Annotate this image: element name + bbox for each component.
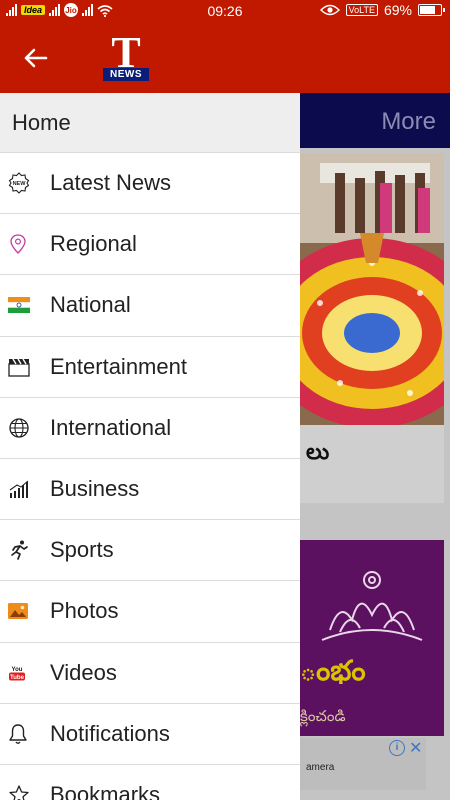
drawer-item-label: Videos [50, 659, 117, 685]
drawer-item-photos[interactable]: Photos [0, 581, 300, 643]
drawer-item-bookmarks[interactable]: Bookmarks [0, 765, 300, 800]
crown-icon [321, 571, 423, 641]
drawer-item-international[interactable]: International [0, 398, 300, 459]
drawer-item-label: Entertainment [50, 353, 187, 379]
card-title-text: లు [306, 439, 330, 464]
drawer-item-label: National [50, 292, 131, 318]
ad-info-icon[interactable]: i [389, 740, 405, 756]
drawer-item-label: Sports [50, 537, 114, 563]
drawer-item-label: International [50, 414, 172, 440]
youtube-icon: You Tube [9, 667, 25, 681]
drawer-item-latest-news[interactable]: NEW Latest News [0, 153, 300, 215]
app-bar: T NEWS [0, 23, 450, 93]
ad-close-icon[interactable]: ✕ [409, 738, 422, 758]
background-card-title[interactable]: లు [300, 425, 444, 503]
status-right: VoLTE 69% [319, 2, 445, 18]
svg-text:NEW: NEW [13, 181, 27, 187]
background-tab-bar: More [300, 93, 450, 148]
battery-percent: 69% [383, 2, 412, 18]
rangoli-image [300, 153, 444, 425]
drawer-item-label: Regional [50, 231, 137, 257]
drawer-item-regional[interactable]: Regional [0, 214, 300, 276]
drawer-item-sports[interactable]: Sports [0, 520, 300, 582]
drawer-item-label: Business [50, 476, 140, 502]
location-pin-icon [10, 234, 26, 255]
drawer-item-videos[interactable]: You Tube Videos [0, 643, 300, 704]
drawer-item-label: Latest News [50, 170, 172, 196]
banner-text: amera [306, 762, 335, 773]
background-banner-ad[interactable]: amera [300, 738, 426, 790]
tnews-logo: T NEWS [103, 29, 149, 81]
drawer-item-national[interactable]: National [0, 275, 300, 337]
logo-word: NEWS [103, 68, 149, 81]
india-flag-icon [8, 297, 30, 314]
bell-icon [9, 724, 27, 744]
drawer-item-business[interactable]: Business [0, 459, 300, 521]
svg-text:You: You [12, 667, 23, 673]
drawer-item-notifications[interactable]: Notifications [0, 704, 300, 765]
status-bar: Idea Jio 09:26 VoLTE 69% [0, 0, 450, 23]
drawer-item-entertainment[interactable]: Entertainment [0, 337, 300, 398]
drawer-item-label: Notifications [50, 720, 170, 746]
background-news-photo[interactable] [300, 153, 444, 425]
back-arrow-icon[interactable] [20, 43, 50, 73]
svg-text:Tube: Tube [10, 675, 25, 681]
battery-fill [420, 6, 436, 14]
new-badge-icon: NEW [8, 172, 30, 194]
runner-icon [11, 540, 28, 561]
navigation-drawer: Home NEW Latest News Regional National E… [0, 93, 300, 800]
battery-icon [418, 4, 445, 16]
image-icon [8, 603, 28, 620]
drawer-item-label: Photos [50, 598, 119, 624]
drawer-item-label: Bookmarks [50, 781, 161, 800]
drawer-home[interactable]: Home [0, 93, 300, 153]
ad-text-1: ంభం [300, 655, 366, 686]
volte-badge: VoLTE [345, 4, 378, 16]
globe-icon [9, 418, 29, 438]
eye-comfort-icon [319, 4, 340, 16]
star-icon [9, 785, 29, 800]
tab-more[interactable]: More [381, 108, 436, 136]
bar-chart-icon [9, 480, 29, 499]
drawer-home-label: Home [12, 109, 71, 135]
background-ad-image[interactable]: ంభం క్లించండి [300, 540, 444, 736]
ad-text-2: క్లించండి [300, 708, 346, 725]
clapperboard-icon [8, 358, 30, 377]
